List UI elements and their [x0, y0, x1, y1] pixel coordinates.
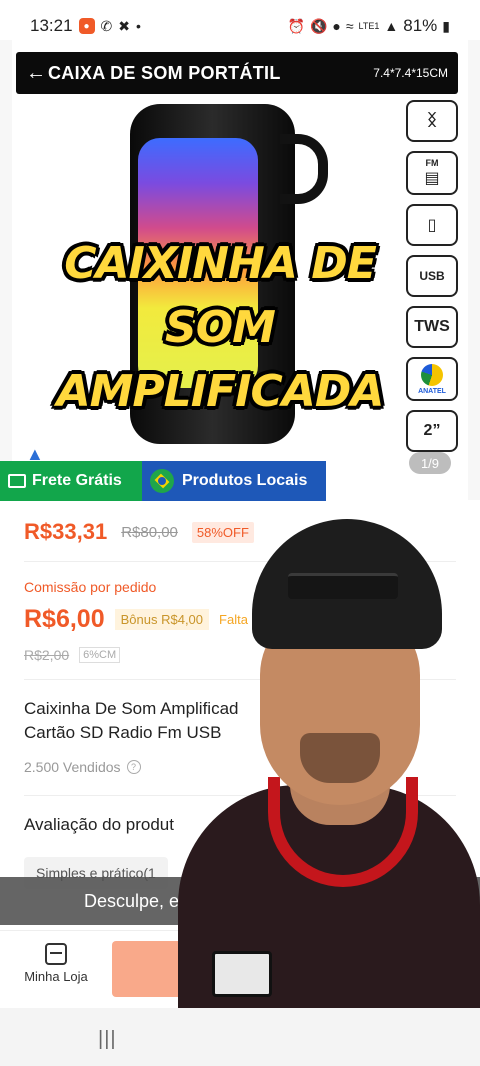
badge-row: Frete Grátis Produtos Locais: [0, 461, 326, 501]
status-time: 13:21: [30, 16, 73, 35]
rating-section-title[interactable]: Avaliação do produt: [24, 815, 174, 835]
image-dimensions: 7.4*7.4*15CM: [373, 66, 448, 80]
alarm-icon: ⏰: [287, 17, 305, 34]
sold-count-row: 2.500 Vendidos ?: [24, 759, 141, 775]
battery-percent: 81%: [403, 16, 438, 35]
image-title-bar: ← CAIXA DE SOM PORTÁTIL 7.4*7.4*15CM: [16, 52, 458, 94]
free-shipping-badge: Frete Grátis: [0, 461, 142, 501]
local-products-badge: Produtos Locais: [142, 461, 326, 501]
wifi-icon: ≈: [345, 18, 354, 34]
brazil-flag-icon: [150, 469, 174, 493]
size-label: 2”: [423, 422, 441, 439]
old-commission-row: R$2,00 6%CM: [24, 647, 121, 663]
fm-radio-icon: FM ▤: [406, 151, 458, 195]
old-commission: R$2,00: [24, 647, 70, 663]
usb-label: USB: [419, 269, 445, 283]
free-shipping-label: Frete Grátis: [32, 472, 122, 489]
tws-icon: TWS: [406, 306, 458, 348]
presenter-video-overlay: [178, 515, 480, 1008]
commission-label: Comissão por pedido: [24, 579, 157, 595]
video-caption: CAIXINHA DE SOM AMPLIFICADA: [40, 232, 400, 424]
back-arrow-icon[interactable]: ←: [26, 62, 46, 85]
radio-glyph: ▤: [424, 170, 440, 187]
more-notifications-icon: •: [136, 18, 141, 34]
recent-apps-button[interactable]: |||: [98, 1028, 117, 1051]
anatel-logo: [421, 363, 443, 386]
capcut-icon: ✖: [118, 17, 131, 34]
bluetooth-icon: ᛝ: [406, 100, 458, 142]
whatsapp-icon: ✆: [100, 17, 113, 34]
speaker-size-icon: 2”: [406, 410, 458, 452]
local-products-label: Produtos Locais: [182, 472, 308, 489]
caption-line-2: SOM: [165, 302, 276, 353]
old-commission-percent: 6%CM: [79, 647, 121, 663]
network-label: LTE1: [358, 21, 380, 31]
fm-label: FM: [425, 158, 439, 168]
caption-line-1: CAIXINHA DE: [64, 238, 377, 289]
feature-icons: ᛝ FM ▤ ▯ USB TWS ANATEL 2”: [406, 100, 458, 461]
current-price: R$33,31: [24, 519, 108, 544]
caption-line-3: AMPLIFICADA: [56, 366, 385, 417]
anatel-icon: ANATEL: [406, 357, 458, 401]
system-nav-bar: |||: [0, 1008, 480, 1066]
tws-label: TWS: [414, 318, 450, 335]
info-icon[interactable]: ?: [126, 760, 141, 774]
anatel-label: ANATEL: [418, 387, 446, 395]
mute-icon: 🔇: [309, 17, 328, 34]
sd-card-icon: ▯: [406, 204, 458, 246]
my-store-button[interactable]: Minha Loja: [20, 943, 92, 999]
location-icon: ●: [332, 18, 341, 34]
app-notification-icon: ●: [78, 18, 95, 34]
usb-icon: USB: [406, 255, 458, 297]
sold-count: 2.500 Vendidos: [24, 759, 121, 775]
status-right: ⏰ 🔇 ● ≈ LTE1 ▲ 81% ▮: [288, 16, 450, 36]
cap-strap: [288, 573, 398, 599]
toast-text: Desculpe, e: [84, 890, 180, 911]
my-store-label: Minha Loja: [24, 969, 88, 984]
original-price: R$80,00: [121, 523, 178, 541]
speaker-strap: [280, 134, 328, 204]
truck-icon: [8, 474, 26, 488]
battery-icon: ▮: [442, 17, 450, 34]
signal-icon: ▲: [384, 18, 399, 34]
commission-value: R$6,00: [24, 605, 105, 633]
presenter-beard: [300, 733, 380, 783]
image-heading: CAIXA DE SOM PORTÁTIL: [48, 62, 281, 83]
status-left: 13:21 ● ✆ ✖ •: [30, 16, 141, 36]
team-crest-icon: [212, 951, 272, 997]
image-page-counter: 1/9: [409, 452, 451, 474]
store-icon: [45, 943, 67, 965]
